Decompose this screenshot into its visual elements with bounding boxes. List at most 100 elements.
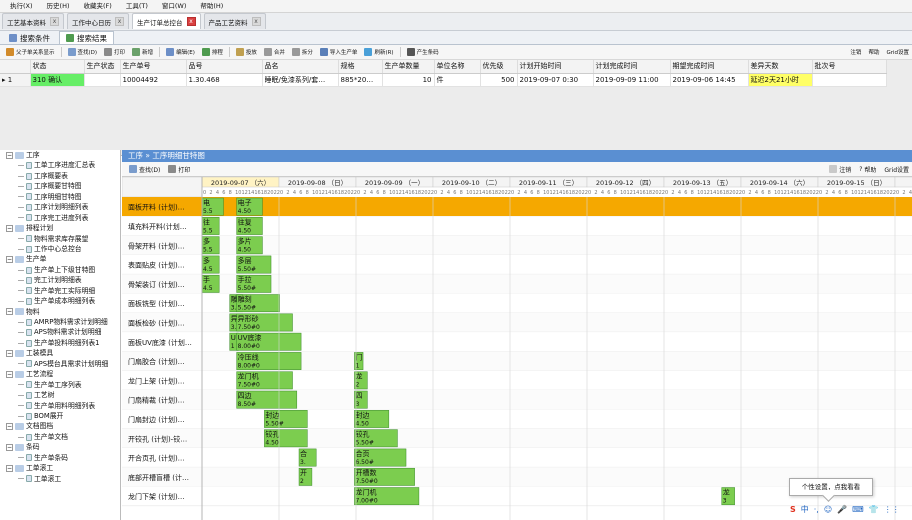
tree-item[interactable]: 生产单文档 (0, 432, 120, 442)
tree-item[interactable]: AMRP物料需求计划明细 (0, 317, 120, 327)
tray-icon[interactable]: ⋮⋮ (884, 505, 900, 514)
tree-item[interactable]: 工单滚工 (0, 474, 120, 484)
menu-item-5[interactable]: 帮助(H) (194, 0, 229, 13)
tree-item[interactable]: 生产单工序列表 (0, 380, 120, 390)
tree-item[interactable]: 工序概要甘特图 (0, 181, 120, 191)
doc-tab-0[interactable]: 工艺基本资料 x (2, 13, 64, 29)
tree-item[interactable]: 工艺树 (0, 390, 120, 400)
column-header[interactable]: 规格 (338, 60, 383, 74)
column-header[interactable]: 计划完成时间 (593, 60, 671, 74)
toolbar-button-7[interactable]: 合并 (261, 46, 288, 59)
menu-item-2[interactable]: 收藏夹(F) (78, 0, 118, 13)
doc-tab-1[interactable]: 工作中心日历 x (67, 13, 129, 29)
toolbar-button-1[interactable]: 查找(D) (65, 46, 101, 59)
menu-item-3[interactable]: 工具(T) (120, 0, 154, 13)
tree-item[interactable]: 工序明细甘特图 (0, 192, 120, 202)
tray-icon[interactable]: ☺ (824, 505, 832, 514)
collapse-icon[interactable]: − (6, 370, 13, 378)
tree-group[interactable]: − 工单滚工 (0, 463, 120, 473)
doc-tab-2[interactable]: 生产订单总控台 x (132, 13, 201, 29)
collapse-icon[interactable]: − (6, 464, 13, 472)
collapse-icon[interactable]: − (6, 256, 13, 264)
tree-item[interactable]: 生产单投料明细列表1 (0, 338, 120, 348)
prod-status-cell[interactable] (84, 73, 121, 87)
tree-group[interactable]: − 工装模具 (0, 348, 120, 358)
tree-group[interactable]: − 工艺流程 (0, 369, 120, 379)
plan-start-cell[interactable]: 2019-09-07 0:30 (517, 73, 594, 87)
menu-item-1[interactable]: 历史(H) (41, 0, 76, 13)
tree-group[interactable]: − 生产单 (0, 254, 120, 264)
collapse-icon[interactable]: − (6, 350, 13, 358)
gantt-grid-settings-button[interactable]: Grid设置 (881, 163, 912, 176)
column-header[interactable]: 生产单号 (120, 60, 187, 74)
column-header[interactable]: 生产状态 (84, 60, 121, 74)
tree-item[interactable]: 工作中心总控台 (0, 244, 120, 254)
toolbar-button-8[interactable]: 拆分 (289, 46, 316, 59)
tree-item[interactable]: 生产单条码 (0, 453, 120, 463)
column-header[interactable]: 单位名称 (434, 60, 481, 74)
tray-icon[interactable]: 🎤 (837, 505, 847, 514)
toolbar-button-3[interactable]: 新增 (129, 46, 156, 59)
tree-item[interactable]: 工单工序进度汇总表 (0, 160, 120, 170)
column-header[interactable]: 品名 (262, 60, 339, 74)
tree-item[interactable]: 生产单用料明细列表 (0, 401, 120, 411)
gantt-logout-button[interactable]: 注销 (826, 163, 854, 176)
tree-item[interactable]: BOM展开 (0, 411, 120, 421)
collapse-icon[interactable]: − (6, 151, 13, 159)
tree-item[interactable]: APS模台具需求计划明细 (0, 359, 120, 369)
tree-group[interactable]: − 文档图档 (0, 421, 120, 431)
column-header[interactable]: 计划开始时间 (517, 60, 594, 74)
collapse-icon[interactable]: − (6, 443, 13, 451)
collapse-icon[interactable]: − (6, 224, 13, 232)
collapse-icon[interactable]: − (6, 308, 13, 316)
tray-icon[interactable]: ·, (814, 505, 819, 514)
close-icon[interactable]: x (186, 17, 196, 26)
gantt-print-button[interactable]: 打印 (165, 163, 193, 176)
unit-cell[interactable]: 件 (434, 73, 481, 87)
column-header[interactable]: 生产单数量 (382, 60, 435, 74)
column-header[interactable]: 期望完成时间 (670, 60, 749, 74)
tree-item[interactable]: 工序概要表 (0, 171, 120, 181)
close-icon[interactable]: x (115, 17, 124, 26)
tree-item[interactable]: 物料需求库存展望 (0, 234, 120, 244)
close-icon[interactable]: x (50, 17, 59, 26)
toolbar-right-button-0[interactable]: 注销 (847, 46, 864, 59)
tray-icon[interactable]: S (790, 505, 796, 514)
order-no-cell[interactable]: 10004492 (120, 73, 187, 87)
column-header[interactable]: 优先级 (480, 60, 518, 74)
tray-icon[interactable]: 👕 (869, 505, 879, 514)
toolbar-button-11[interactable]: 产生条码 (404, 46, 442, 59)
tree-item[interactable]: 工序计划明细列表 (0, 202, 120, 212)
column-header[interactable]: 批次号 (812, 60, 887, 74)
tree-group[interactable]: − 排程计划 (0, 223, 120, 233)
item-no-cell[interactable]: 1.30.468 (186, 73, 263, 87)
column-header[interactable]: 差异天数 (748, 60, 813, 74)
doc-tab-3[interactable]: 产品工艺资料 x (203, 13, 266, 29)
batch-cell[interactable] (812, 73, 887, 87)
menu-item-0[interactable]: 执行(X) (4, 0, 39, 13)
gantt-help-button[interactable]: ? 帮助 (856, 163, 879, 176)
tray-icon[interactable]: 中 (801, 504, 809, 515)
close-icon[interactable]: x (251, 17, 261, 26)
column-header[interactable]: 品号 (186, 60, 263, 74)
toolbar-button-9[interactable]: 导入生产单 (317, 46, 361, 59)
toolbar-button-5[interactable]: 排程 (199, 46, 226, 59)
tab-search-results[interactable]: 搜索结果 (59, 31, 114, 44)
personalize-tooltip[interactable]: 个性设置，点我看看 (789, 478, 873, 496)
toolbar-button-2[interactable]: 打印 (101, 46, 128, 59)
tree-group[interactable]: − 物料 (0, 307, 120, 317)
status-cell[interactable]: 310 确认 (30, 73, 85, 87)
tree-item[interactable]: 工序完工进度列表 (0, 213, 120, 223)
toolbar-button-0[interactable]: 父子单关系显示 (3, 46, 58, 59)
diff-days-cell[interactable]: 延迟2天21小时 (748, 73, 813, 87)
toolbar-right-button-1[interactable]: 帮助 (865, 46, 882, 59)
tree-item[interactable]: 生产单上下级甘特图 (0, 265, 120, 275)
tree-group[interactable]: − 工序 (0, 150, 120, 160)
tree-item[interactable]: 完工计划明细表 (0, 275, 120, 285)
tab-search-conditions[interactable]: 搜索条件 (2, 31, 57, 44)
menu-item-4[interactable]: 窗口(W) (156, 0, 193, 13)
priority-cell[interactable]: 500 (480, 73, 518, 87)
expect-end-cell[interactable]: 2019-09-06 14:45 (670, 73, 749, 87)
spec-cell[interactable]: 885*20… (338, 73, 383, 87)
qty-cell[interactable]: 10 (382, 73, 435, 87)
